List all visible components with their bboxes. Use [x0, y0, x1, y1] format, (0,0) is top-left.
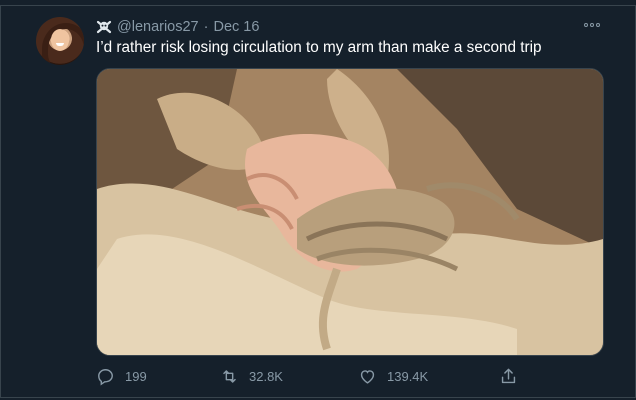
retweet-count: 32.8K [249, 368, 283, 384]
more-dot [596, 23, 600, 27]
heart-icon [360, 369, 375, 384]
retweet-button[interactable]: 32.8K [220, 364, 283, 388]
user-handle[interactable]: @lenarios27 [117, 19, 199, 35]
meta-separator: · [203, 19, 209, 35]
tweet-text: I’d rather risk losing circulation to my… [96, 39, 542, 56]
avatar[interactable] [36, 17, 84, 65]
share-button[interactable] [499, 364, 518, 388]
tweet-media-photo[interactable] [96, 68, 604, 356]
skull-crossbones-icon [96, 19, 112, 35]
tweet-date[interactable]: Dec 16 [213, 19, 259, 35]
reply-button[interactable]: 199 [96, 364, 147, 388]
reply-count: 199 [125, 368, 147, 384]
more-dot [590, 23, 594, 27]
avatar-face [51, 29, 69, 51]
more-dots-icon[interactable] [580, 15, 604, 35]
more-dot [584, 23, 588, 27]
retweet-icon [223, 369, 236, 383]
frame-left-border [0, 5, 1, 397]
frame-bottom-border [0, 397, 636, 398]
tweet-meta: @lenarios27 · Dec 16 [96, 17, 259, 37]
like-button[interactable]: 139.4K [358, 364, 428, 388]
share-icon [501, 368, 516, 383]
tweet-actions: 199 32.8K 139.4K [96, 364, 602, 388]
reply-icon [98, 368, 113, 386]
like-count: 139.4K [387, 368, 429, 384]
frame-top-border [0, 5, 636, 6]
photo-illustration [97, 69, 603, 355]
